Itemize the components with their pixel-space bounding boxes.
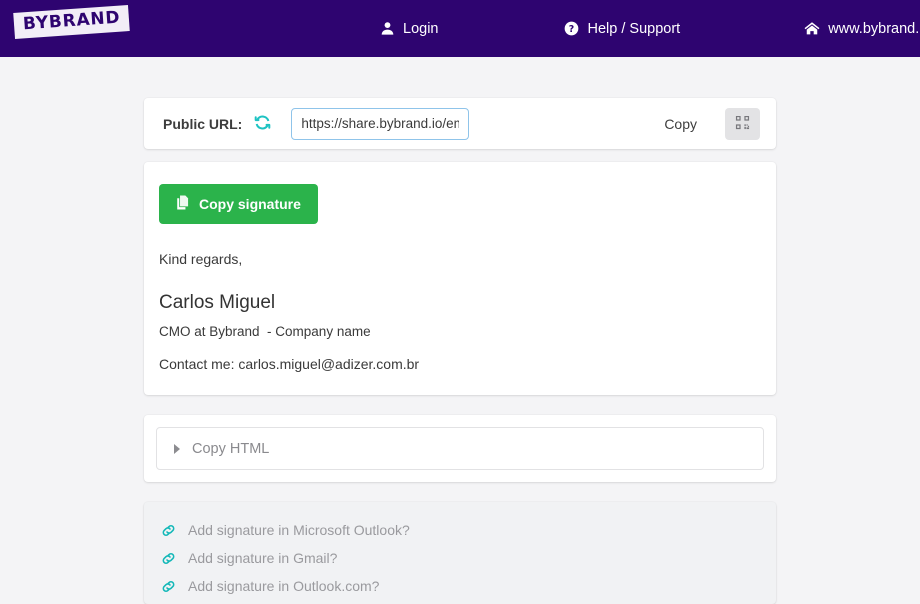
refresh-icon (254, 114, 271, 134)
question-circle-icon: ? (564, 21, 579, 36)
signature-role: CMO at Bybrand - Company name (159, 324, 371, 339)
link-icon (161, 551, 176, 566)
link-gmail[interactable]: Add signature in Gmail? (161, 544, 776, 572)
logo-text: BYBRAND (22, 7, 121, 35)
copy-signature-label: Copy signature (199, 196, 301, 212)
nav-website[interactable]: www.bybrand.io (804, 21, 920, 37)
qr-code-icon (735, 115, 750, 133)
nav-help-support[interactable]: ? Help / Support (564, 21, 680, 37)
signature-name: Carlos Miguel (159, 292, 276, 313)
nav-website-label: www.bybrand.io (828, 20, 920, 37)
nav-login-label: Login (403, 20, 439, 37)
copy-html-card: Copy HTML (144, 415, 776, 482)
link-icon (161, 523, 176, 538)
signature-regards: Kind regards, (159, 251, 243, 267)
link-outlook-desktop[interactable]: Add signature in Microsoft Outlook? (161, 516, 776, 544)
signature-body: Kind regards, Carlos Miguel CMO at Bybra… (159, 224, 776, 372)
public-url-input[interactable] (291, 107, 470, 140)
page-content: Public URL: Copy (0, 57, 920, 604)
link-outlook-desktop-label: Add signature in Microsoft Outlook? (188, 522, 410, 538)
svg-text:?: ? (569, 24, 574, 35)
link-icon (161, 579, 176, 594)
link-outlook-com[interactable]: Add signature in Outlook.com? (161, 572, 776, 600)
help-links-card: Add signature in Microsoft Outlook? Add … (144, 502, 776, 604)
main-navigation: Login ? Help / Support www.bybrand.io (0, 21, 920, 37)
nav-help-support-label: Help / Support (587, 20, 681, 37)
user-icon (380, 21, 395, 36)
copy-url-link[interactable]: Copy (664, 116, 697, 132)
copy-html-label: Copy HTML (192, 440, 270, 457)
link-outlook-com-label: Add signature in Outlook.com? (188, 578, 380, 594)
top-header: BYBRAND Login ? Help / Support www.bybra… (0, 0, 920, 57)
refresh-url-button[interactable] (254, 114, 271, 134)
qr-code-button[interactable] (725, 107, 760, 140)
bybrand-logo[interactable]: BYBRAND (13, 5, 131, 39)
home-icon (804, 21, 820, 36)
public-url-label: Public URL: (163, 115, 243, 132)
copy-signature-button[interactable]: Copy signature (159, 184, 318, 224)
signature-preview-card: Copy signature Kind regards, Carlos Migu… (144, 162, 776, 395)
copy-html-toggle[interactable]: Copy HTML (156, 427, 764, 470)
signature-contact: Contact me: carlos.miguel@adizer.com.br (159, 356, 420, 372)
caret-right-icon (174, 443, 180, 454)
copy-icon (176, 195, 190, 213)
public-url-card: Public URL: Copy (144, 98, 776, 149)
nav-login[interactable]: Login (380, 21, 438, 37)
link-gmail-label: Add signature in Gmail? (188, 550, 338, 566)
